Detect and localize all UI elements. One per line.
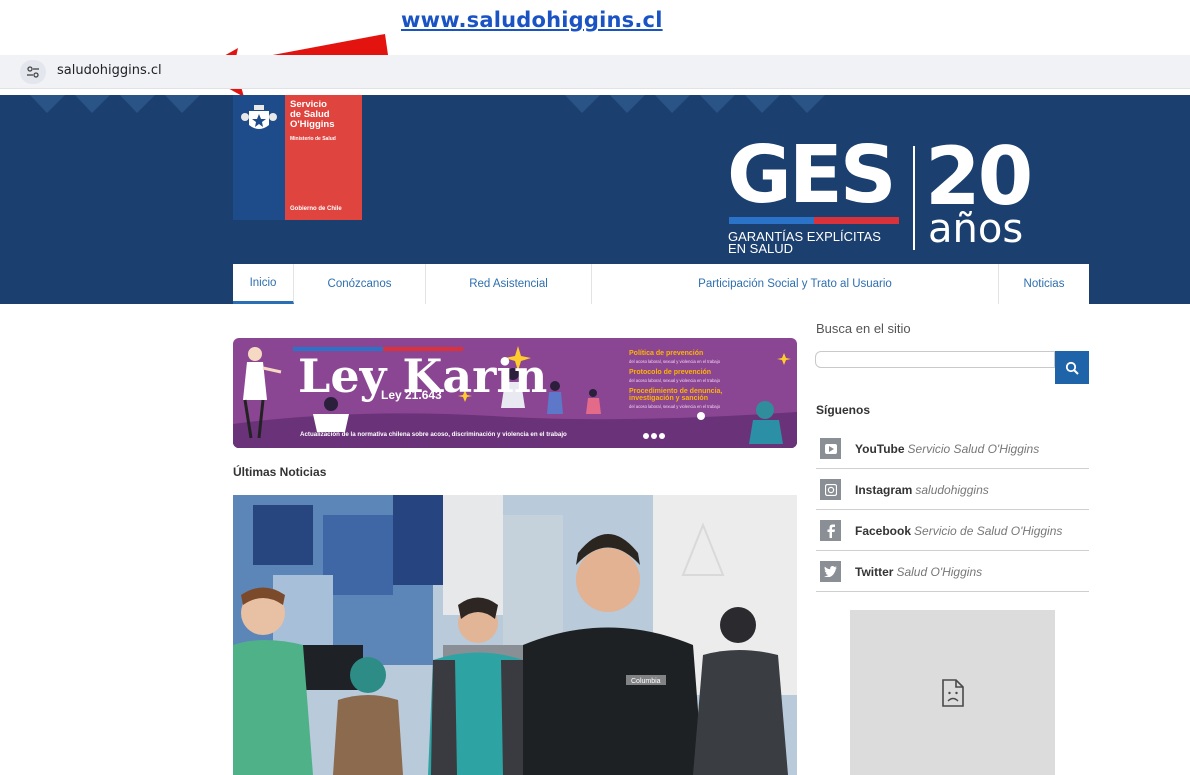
ges-color-bar — [729, 217, 899, 224]
annotation-url: www.saludohiggins.cl — [401, 8, 663, 32]
facebook-icon — [820, 520, 841, 541]
nav-noticias[interactable]: Noticias — [999, 264, 1089, 304]
nav-inicio[interactable]: Inicio — [233, 264, 294, 304]
logo-ministry: Ministerio de Salud — [290, 136, 336, 142]
search-input[interactable] — [815, 351, 1055, 368]
news-photo-scene: Columbia — [233, 495, 797, 775]
search-button[interactable] — [1055, 351, 1089, 384]
news-heading: Últimas Noticias — [233, 465, 327, 479]
banner-list-item: Procedimiento de denuncia, investigación… — [629, 388, 723, 409]
url-text[interactable]: saludohiggins.cl — [57, 63, 162, 78]
banner-footer-text: Actualización de la normativa chilena so… — [300, 431, 567, 438]
nav-participacion[interactable]: Participación Social y Trato al Usuario — [592, 264, 999, 304]
ley-karin-banner[interactable]: Ley Karin Ley 21.643 Política de prevenc… — [233, 338, 797, 448]
jacket-logo: Columbia — [631, 678, 661, 685]
banner-list-item: Política de prevención del acoso laboral,… — [629, 350, 721, 364]
instagram-icon — [820, 479, 841, 500]
ges-subtitle: GARANTÍAS EXPLÍCITAS EN SALUD — [728, 229, 881, 256]
social-label: Facebook Servicio de Salud O'Higgins — [855, 524, 1063, 538]
banner-law-number: Ley 21.643 — [381, 388, 442, 402]
embedded-widget[interactable] — [850, 610, 1055, 775]
site-logo[interactable]: Servicio de Salud O'Higgins Ministerio d… — [233, 95, 362, 220]
social-label: Instagram saludohiggins — [855, 483, 989, 497]
social-label: YouTube Servicio Salud O'Higgins — [855, 442, 1040, 456]
main-nav: Inicio Conózcanos Red Asistencial Partic… — [233, 264, 1089, 304]
broken-document-icon — [941, 678, 964, 707]
banner-list: Política de prevención del acoso laboral,… — [629, 350, 769, 414]
page: www.saludohiggins.cl saludohiggins.cl Se… — [0, 0, 1190, 775]
social-facebook[interactable]: Facebook Servicio de Salud O'Higgins — [816, 510, 1089, 551]
social-youtube[interactable]: YouTube Servicio Salud O'Higgins — [816, 428, 1089, 469]
social-label: Twitter Salud O'Higgins — [855, 565, 983, 579]
banner-list-item: Protocolo de prevención del acoso laboral… — [629, 369, 721, 383]
news-photo[interactable]: Columbia — [233, 495, 797, 775]
ges-divider — [913, 146, 915, 250]
banner-dots-icon — [643, 433, 665, 439]
ges-title: GES — [727, 129, 897, 221]
logo-name: Servicio de Salud O'Higgins — [290, 99, 335, 130]
follow-heading: Síguenos — [816, 403, 871, 417]
social-twitter[interactable]: Twitter Salud O'Higgins — [816, 551, 1089, 592]
logo-government: Gobierno de Chile — [290, 206, 342, 212]
coat-of-arms-icon — [241, 105, 277, 129]
header-pattern — [30, 95, 825, 113]
search-icon — [1065, 361, 1079, 375]
twitter-icon — [820, 561, 841, 582]
address-bar — [0, 55, 1190, 89]
nav-conozcanos[interactable]: Conózcanos — [294, 264, 426, 304]
social-instagram[interactable]: Instagram saludohiggins — [816, 469, 1089, 510]
search-label: Busca en el sitio — [816, 321, 911, 336]
nav-red-asistencial[interactable]: Red Asistencial — [426, 264, 592, 304]
ges-years-label: años — [928, 206, 1024, 252]
youtube-icon — [820, 438, 841, 459]
tune-icon[interactable] — [20, 60, 46, 84]
